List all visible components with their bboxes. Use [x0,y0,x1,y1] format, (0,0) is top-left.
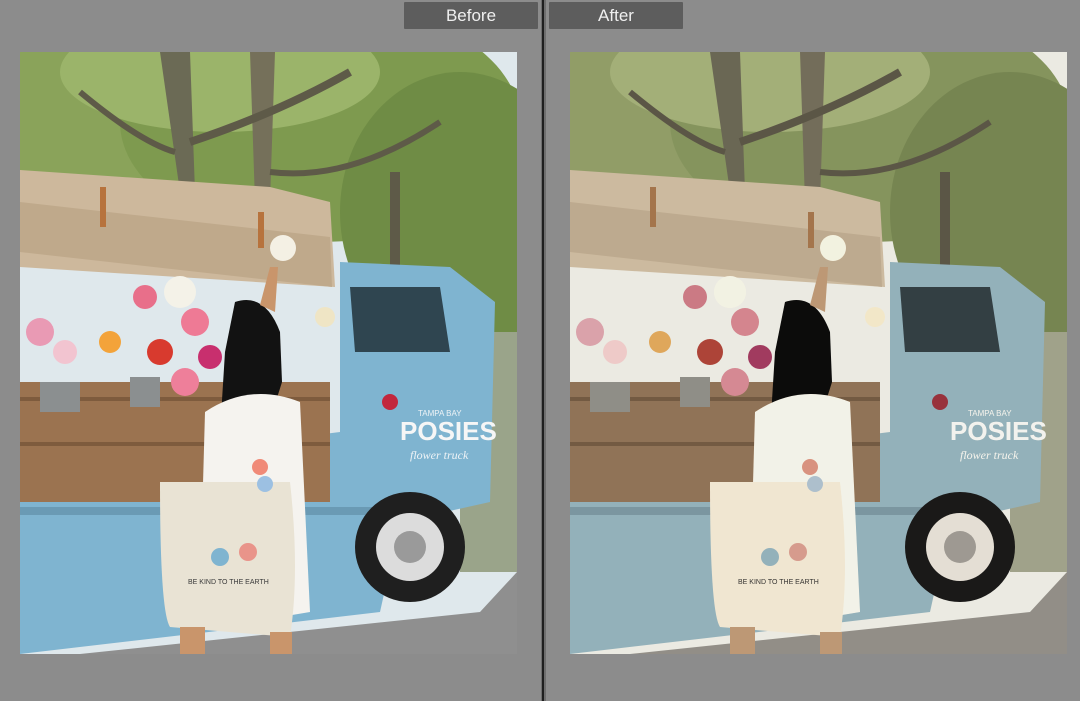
truck-top-text: TAMPA BAY [418,409,462,418]
before-after-compare-view: Before POSIES flower truck TAMPA BAY BE … [0,0,1080,701]
before-panel: Before POSIES flower truck TAMPA BAY BE … [0,0,541,701]
after-panel: After POSIES flower truck TAMPA BAY BE K… [546,0,1080,701]
truck-top-text: TAMPA BAY [968,409,1012,418]
before-photo-image: POSIES flower truck TAMPA BAY BE KIND TO… [20,52,517,654]
truck-sub-text: flower truck [410,448,469,462]
bag-text: BE KIND TO THE EARTH [188,579,269,586]
before-label: Before [404,2,538,29]
truck-brand-text: POSIES [950,416,1047,446]
after-label: After [549,2,683,29]
bag-text: BE KIND TO THE EARTH [738,579,819,586]
truck-sub-text: flower truck [960,448,1019,462]
before-photo[interactable]: POSIES flower truck TAMPA BAY BE KIND TO… [20,52,517,654]
after-photo-image: POSIES flower truck TAMPA BAY BE KIND TO… [570,52,1067,654]
truck-brand-text: POSIES [400,416,497,446]
after-photo[interactable]: POSIES flower truck TAMPA BAY BE KIND TO… [570,52,1067,654]
compare-divider-line [542,0,544,701]
